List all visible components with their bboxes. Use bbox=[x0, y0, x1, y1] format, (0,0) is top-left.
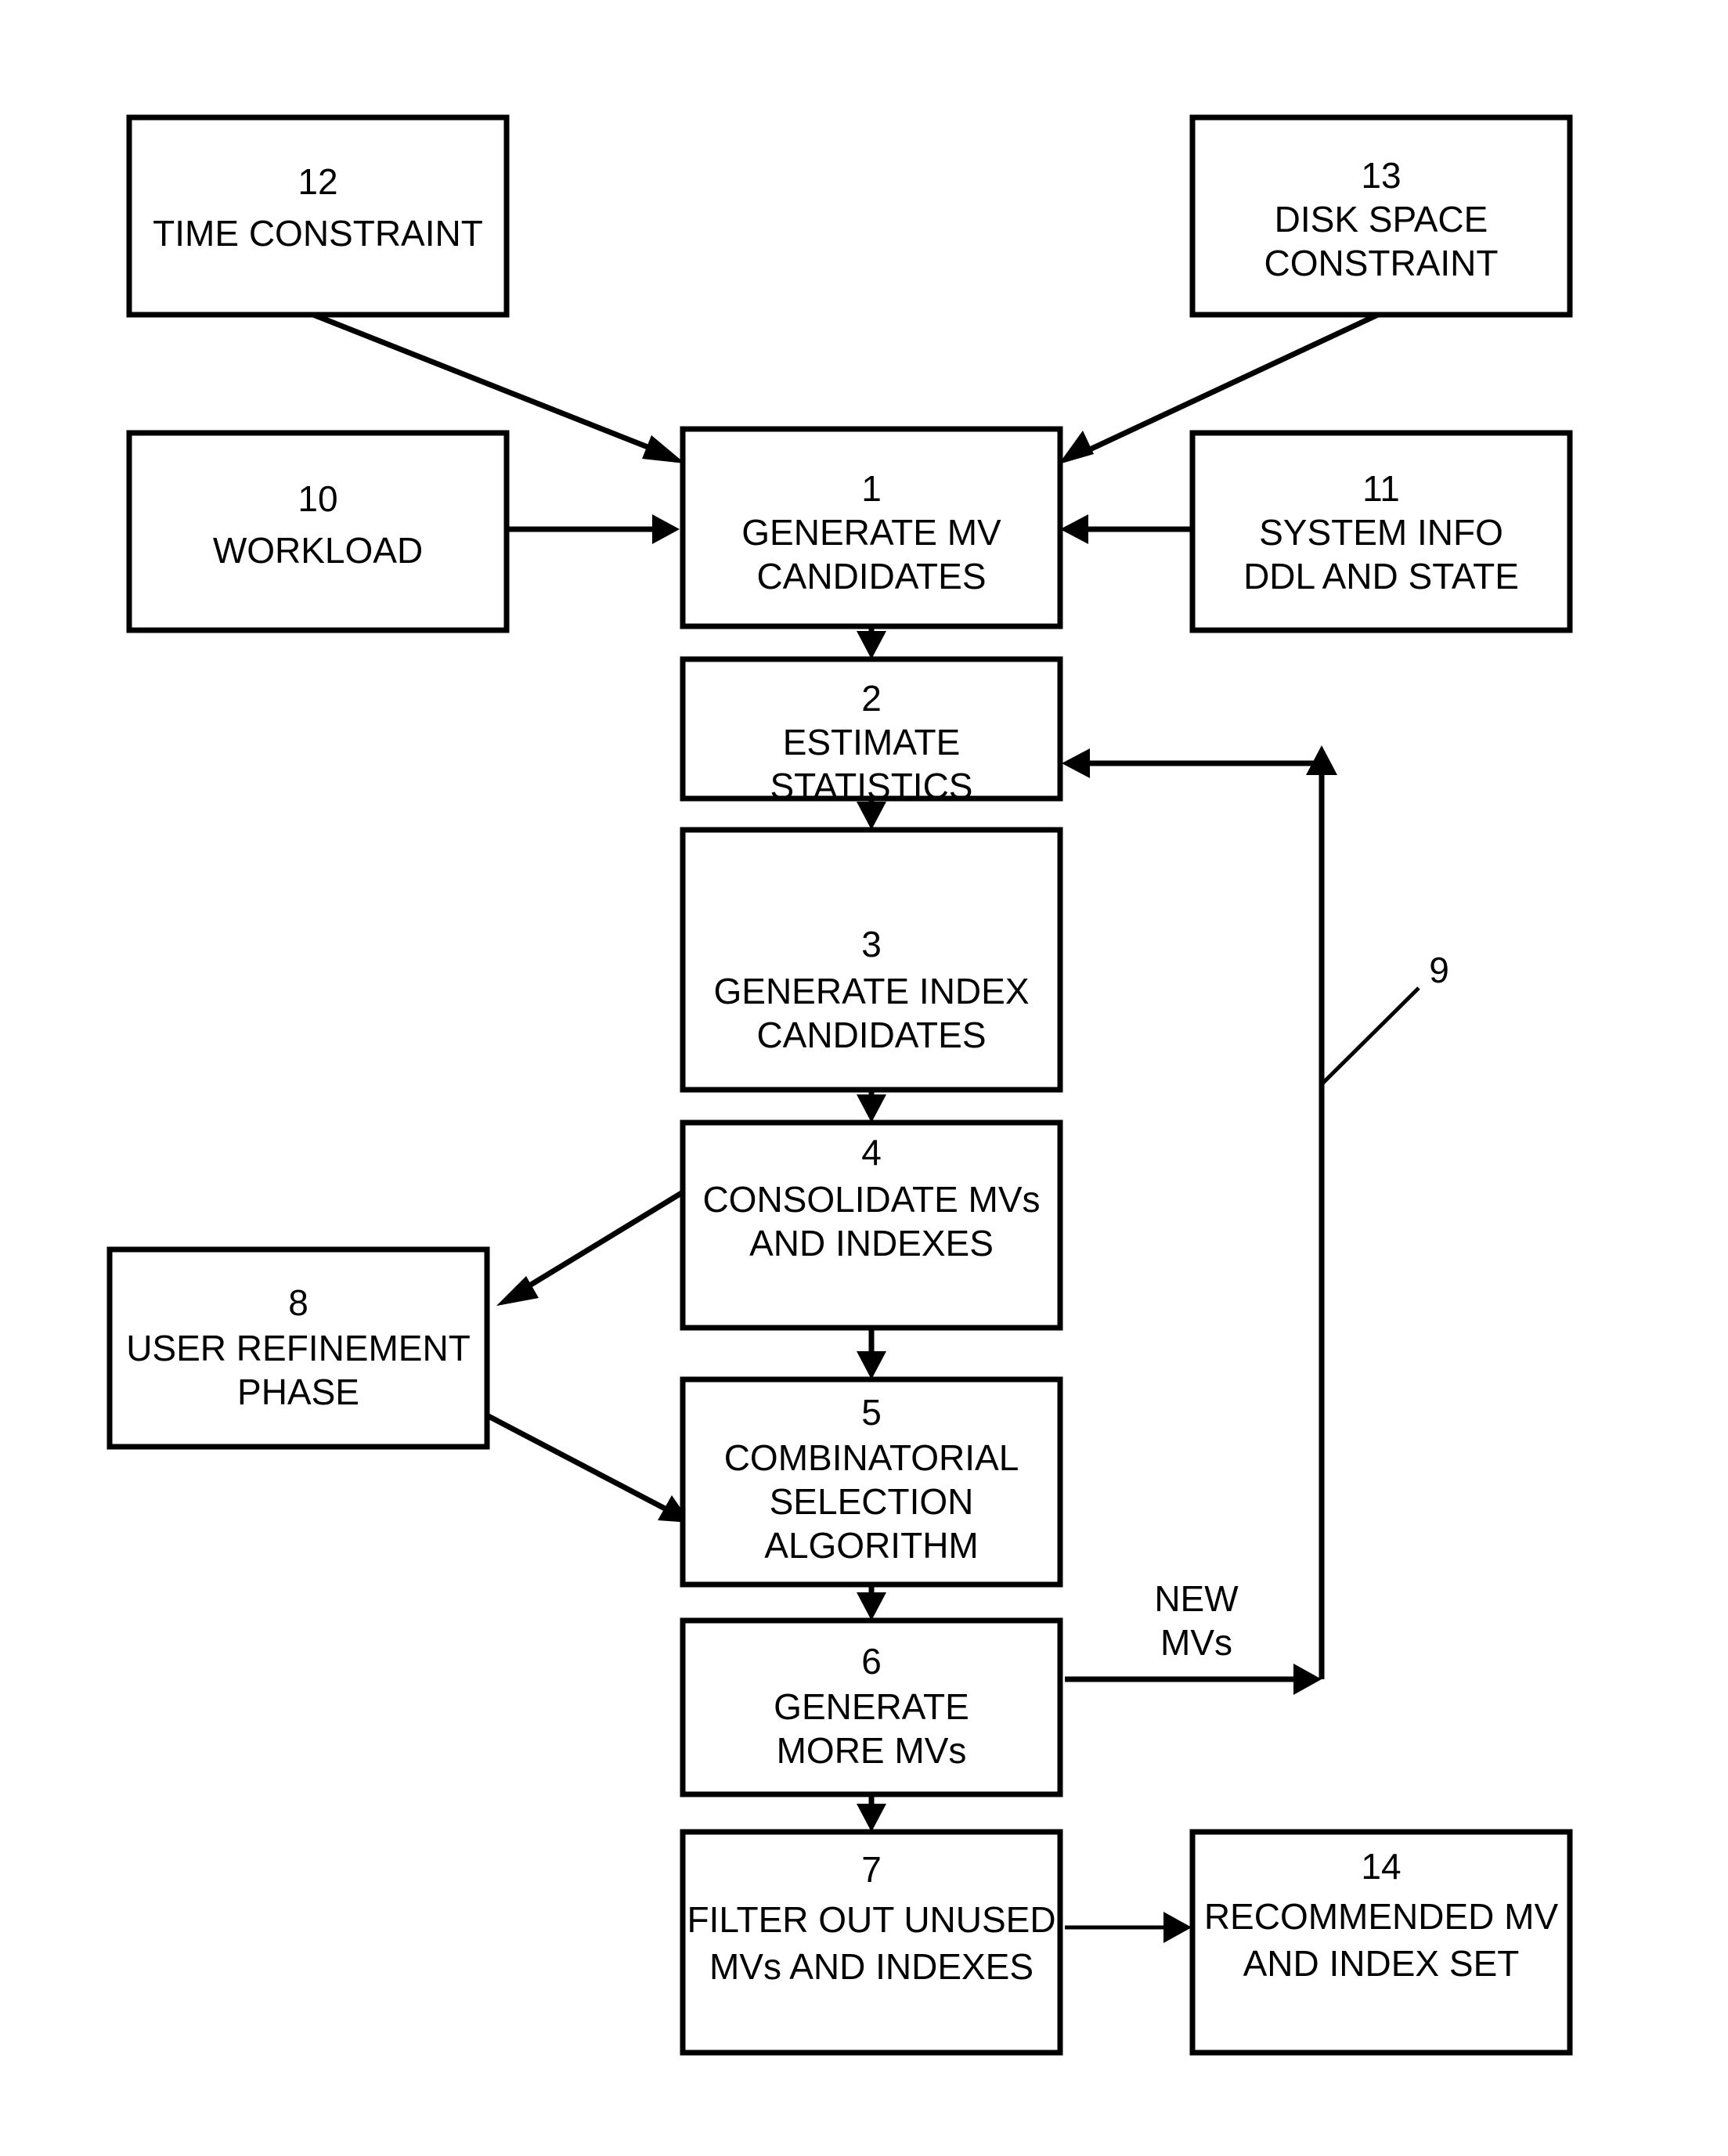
node-generate-index-candidates-line-1: GENERATE INDEX bbox=[714, 971, 1030, 1011]
edge-filter-out-to-recommended-set bbox=[1065, 1912, 1192, 1943]
edge-user-refinement-to-combinatorial bbox=[485, 1412, 691, 1523]
edge-feedback-loop-to-estimate-statistics bbox=[1062, 745, 1337, 1679]
node-generate-more-mvs[interactable]: 6 GENERATE MORE MVs bbox=[680, 1617, 1063, 1797]
node-recommended-mv-and-index-set[interactable]: 14 RECOMMENDED MV AND INDEX SET bbox=[1189, 1829, 1573, 2056]
node-user-refinement-phase[interactable]: 8 USER REFINEMENT PHASE bbox=[106, 1246, 490, 1450]
node-combinatorial-selection-algorithm[interactable]: 5 COMBINATORIAL SELECTION ALGORITHM bbox=[680, 1376, 1063, 1588]
node-time-constraint-number: 12 bbox=[298, 161, 337, 202]
node-system-info[interactable]: 11 SYSTEM INFO DDL AND STATE bbox=[1189, 430, 1573, 633]
flowchart-svg: 12 TIME CONSTRAINT 13 DISK SPACE CONSTRA… bbox=[106, 114, 1573, 2056]
node-consolidate-line-2: AND INDEXES bbox=[749, 1223, 994, 1264]
node-system-info-number: 11 bbox=[1362, 468, 1400, 509]
node-user-refinement-line-1: USER REFINEMENT bbox=[126, 1328, 471, 1368]
edge-generate-more-mvs-to-feedback bbox=[1065, 1664, 1322, 1695]
node-disk-space-constraint-line-2: CONSTRAINT bbox=[1264, 243, 1499, 283]
node-generate-index-candidates-number: 3 bbox=[861, 924, 882, 964]
flowchart-canvas: 12 TIME CONSTRAINT 13 DISK SPACE CONSTRA… bbox=[0, 0, 1728, 2156]
node-consolidate-line-1: CONSOLIDATE MVs bbox=[702, 1179, 1040, 1220]
node-disk-space-constraint[interactable]: 13 DISK SPACE CONSTRAINT bbox=[1189, 114, 1573, 318]
edge-consolidate-to-combinatorial bbox=[857, 1329, 886, 1379]
node-estimate-statistics-line-1: ESTIMATE bbox=[783, 722, 961, 763]
node-generate-mv-candidates[interactable]: 1 GENERATE MV CANDIDATES bbox=[680, 426, 1063, 629]
edge-consolidate-to-user-refinement bbox=[496, 1181, 698, 1306]
node-recommended-number: 14 bbox=[1361, 1846, 1401, 1887]
edge-generate-more-mvs-to-filter-out bbox=[857, 1793, 886, 1832]
node-generate-index-candidates[interactable]: 3 GENERATE INDEX CANDIDATES bbox=[680, 827, 1063, 1093]
node-user-refinement-number: 8 bbox=[288, 1282, 308, 1323]
node-filter-out-line-2: MVs AND INDEXES bbox=[709, 1946, 1034, 1987]
node-combinatorial-line-1: COMBINATORIAL bbox=[724, 1437, 1019, 1478]
node-recommended-line-2: AND INDEX SET bbox=[1243, 1943, 1520, 1984]
node-generate-index-candidates-line-2: CANDIDATES bbox=[756, 1015, 986, 1055]
node-time-constraint[interactable]: 12 TIME CONSTRAINT bbox=[126, 114, 510, 318]
node-time-constraint-line-1: TIME CONSTRAINT bbox=[153, 213, 483, 254]
node-estimate-statistics-number: 2 bbox=[861, 678, 882, 719]
node-disk-space-constraint-number: 13 bbox=[1361, 155, 1401, 196]
node-combinatorial-number: 5 bbox=[861, 1392, 882, 1433]
node-workload[interactable]: 10 WORKLOAD bbox=[126, 430, 510, 633]
node-generate-mv-candidates-line-2: CANDIDATES bbox=[756, 556, 986, 597]
node-consolidate-mvs-and-indexes[interactable]: 4 CONSOLIDATE MVs AND INDEXES bbox=[680, 1119, 1063, 1331]
node-system-info-line-2: DDL AND STATE bbox=[1243, 556, 1519, 597]
node-disk-space-constraint-line-1: DISK SPACE bbox=[1275, 199, 1488, 240]
node-combinatorial-line-3: ALGORITHM bbox=[764, 1525, 978, 1566]
node-consolidate-number: 4 bbox=[861, 1132, 882, 1173]
node-workload-number: 10 bbox=[298, 478, 337, 519]
node-workload-line-1: WORKLOAD bbox=[213, 530, 423, 571]
node-system-info-line-1: SYSTEM INFO bbox=[1259, 512, 1503, 553]
edge-generate-index-to-consolidate bbox=[857, 1090, 886, 1123]
node-estimate-statistics-line-2: STATISTICS bbox=[770, 766, 973, 806]
node-user-refinement-line-2: PHASE bbox=[237, 1372, 359, 1412]
node-recommended-line-1: RECOMMENDED MV bbox=[1204, 1896, 1559, 1937]
node-generate-mv-candidates-number: 1 bbox=[861, 468, 882, 509]
edge-label-new-mvs-line-1: NEW bbox=[1154, 1578, 1239, 1619]
node-generate-more-mvs-number: 6 bbox=[861, 1641, 882, 1682]
edge-generate-mv-to-estimate-statistics bbox=[857, 626, 886, 659]
edge-system-info-to-generate-mv bbox=[1060, 514, 1206, 544]
edge-combinatorial-to-generate-more-mvs bbox=[857, 1583, 886, 1621]
node-filter-out-number: 7 bbox=[861, 1849, 882, 1890]
node-generate-more-mvs-line-2: MORE MVs bbox=[777, 1730, 967, 1771]
node-filter-out-line-1: FILTER OUT UNUSED bbox=[687, 1899, 1055, 1940]
node-filter-out-unused[interactable]: 7 FILTER OUT UNUSED MVs AND INDEXES bbox=[680, 1829, 1063, 2056]
edge-workload-to-generate-mv bbox=[507, 514, 680, 544]
node-generate-more-mvs-line-1: GENERATE bbox=[774, 1686, 969, 1727]
reference-number-9: 9 bbox=[1429, 950, 1449, 990]
node-combinatorial-line-2: SELECTION bbox=[770, 1481, 974, 1522]
leader-line-ref-9 bbox=[1320, 986, 1420, 1086]
edge-label-new-mvs-line-2: MVs bbox=[1160, 1622, 1232, 1663]
node-generate-mv-candidates-line-1: GENERATE MV bbox=[741, 512, 1001, 553]
node-estimate-statistics[interactable]: 2 ESTIMATE STATISTICS bbox=[680, 656, 1063, 806]
